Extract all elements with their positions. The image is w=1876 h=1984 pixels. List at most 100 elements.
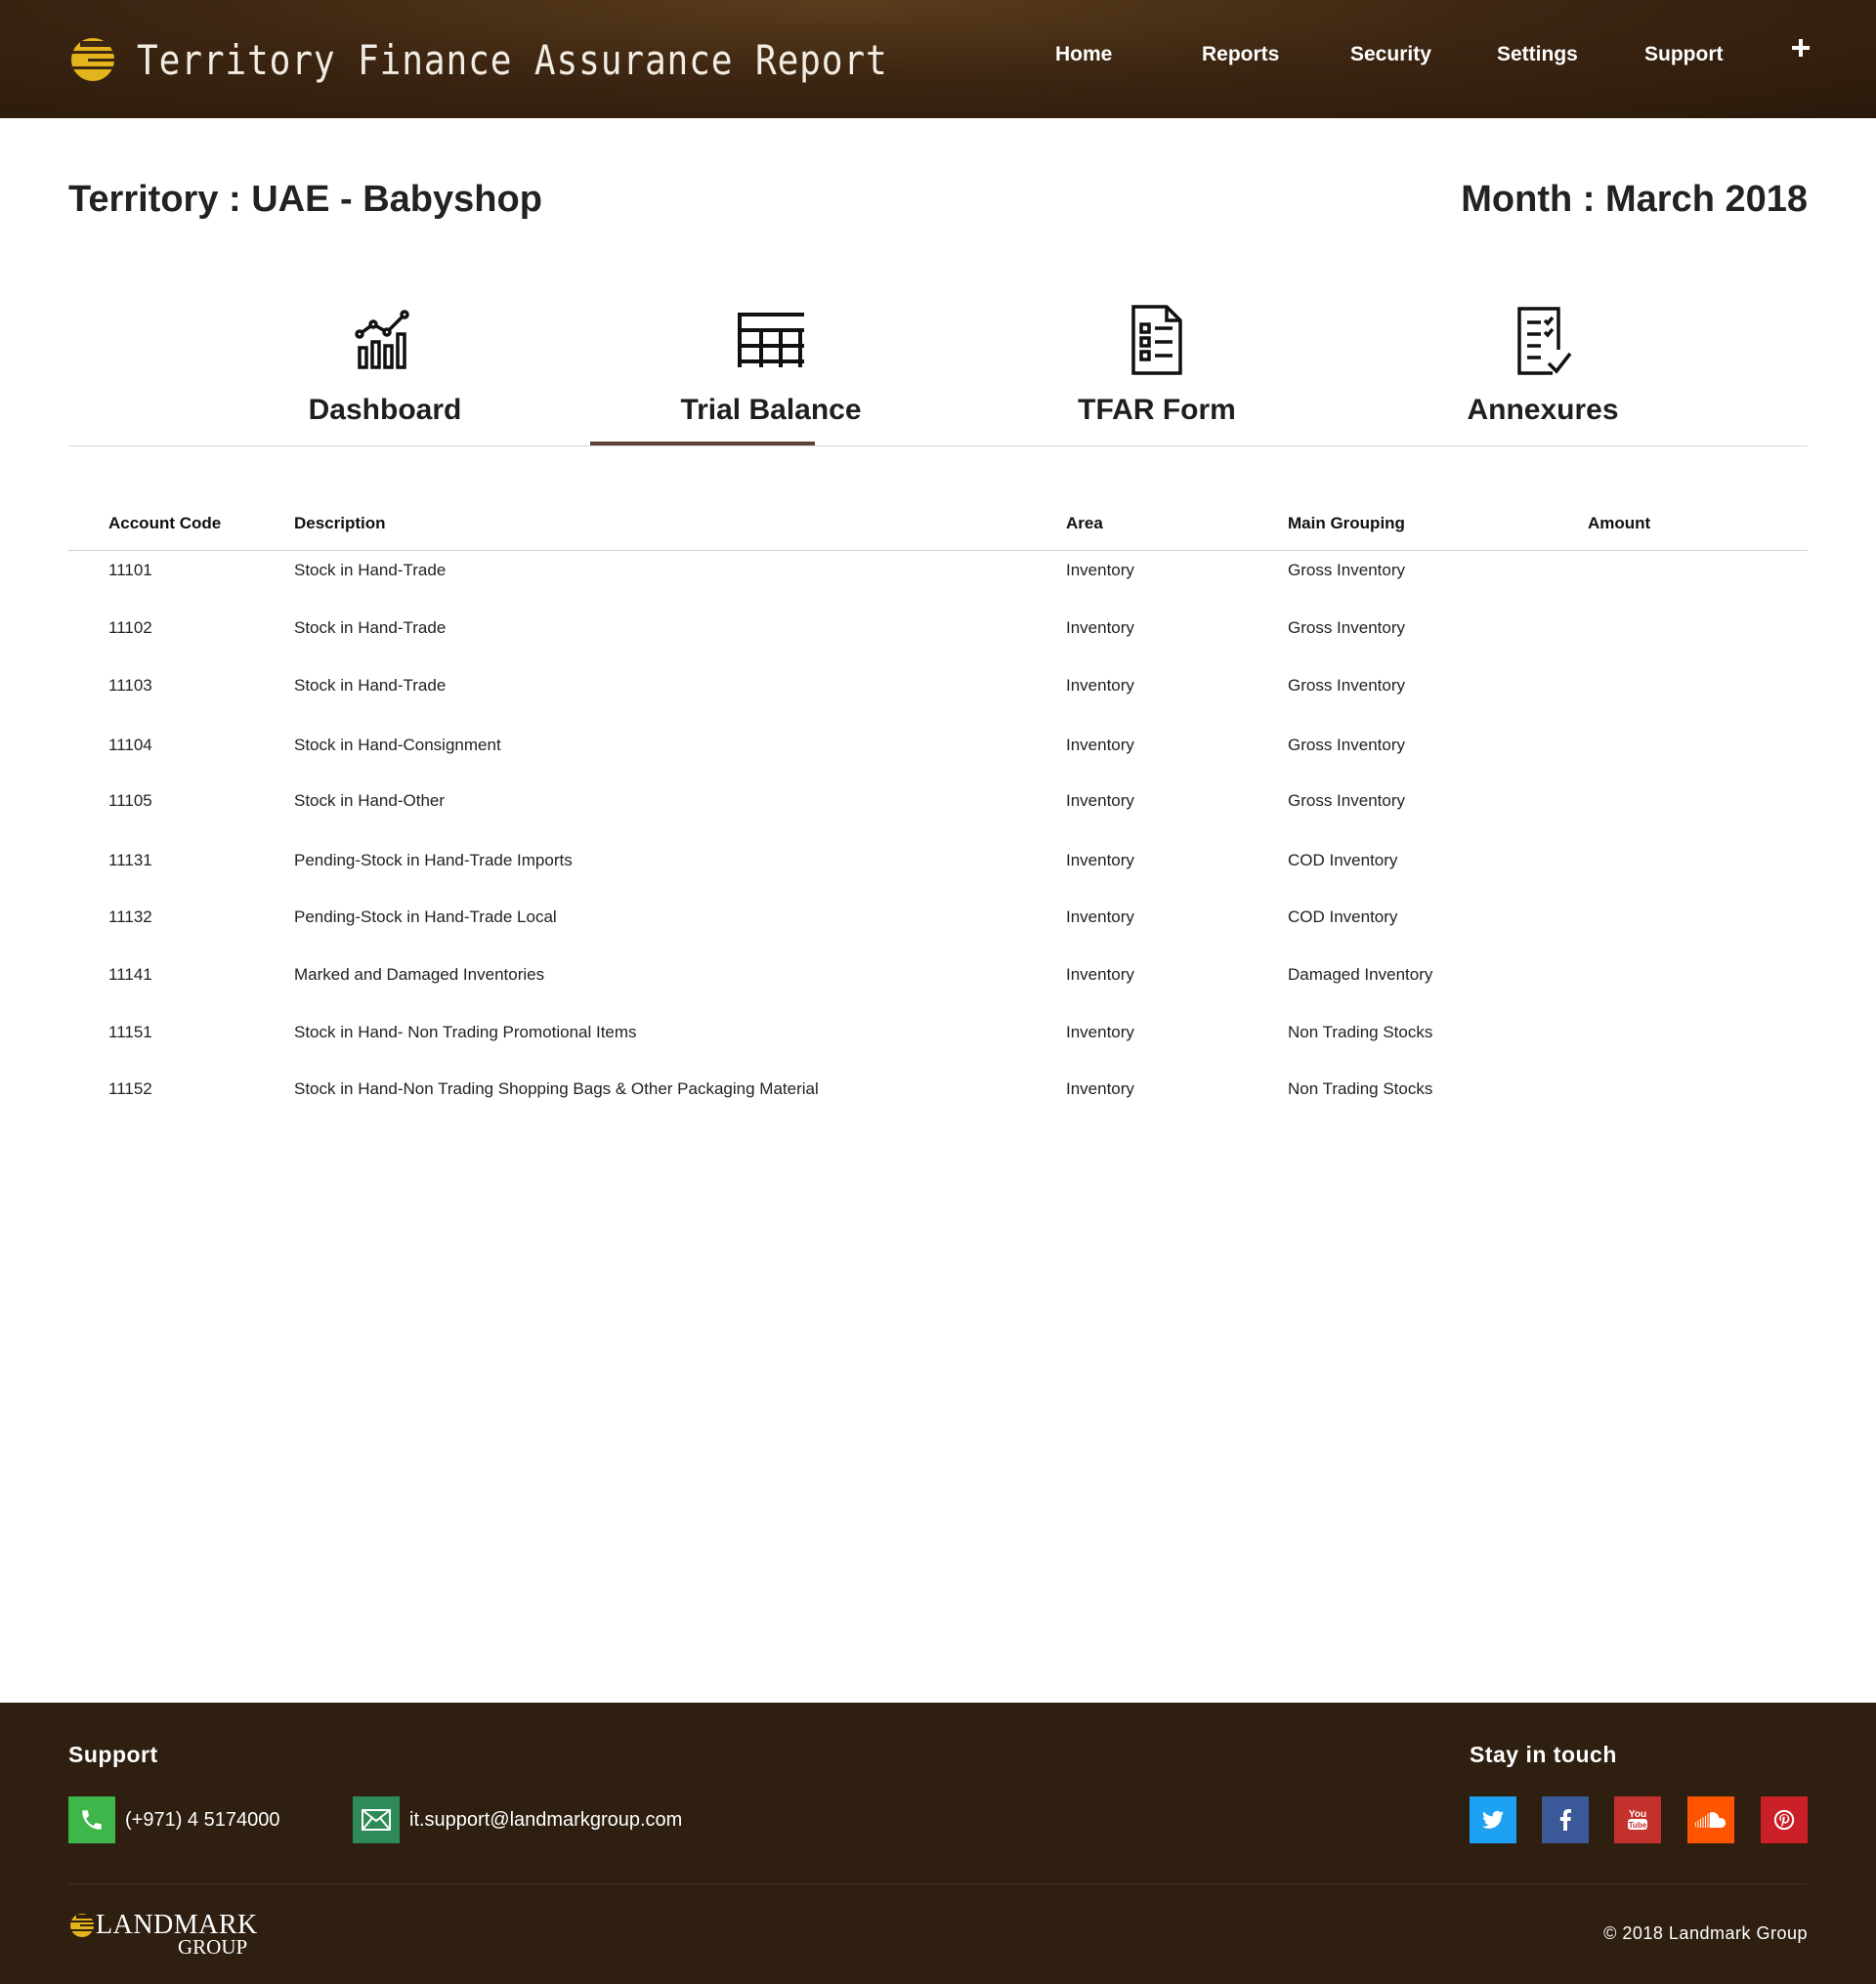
table-row[interactable]: 11131 Pending-Stock in Hand-Trade Import…: [68, 841, 1808, 880]
table-row[interactable]: 11132 Pending-Stock in Hand-Trade Local …: [68, 898, 1808, 937]
checklist-icon: [1517, 307, 1572, 375]
table-grid-icon: [738, 313, 804, 367]
cell-account-code: 11131: [108, 851, 152, 869]
cell-account-code: 11101: [108, 561, 152, 579]
landmark-logo-icon: [70, 1914, 94, 1937]
cell-account-code: 11141: [108, 965, 152, 984]
cell-main-grouping: COD Inventory: [1288, 851, 1398, 869]
tab-trial-balance[interactable]: Trial Balance: [654, 293, 888, 446]
cell-area: Inventory: [1066, 618, 1134, 637]
cell-account-code: 11104: [108, 736, 152, 754]
cell-description: Stock in Hand-Trade: [294, 561, 447, 579]
cell-area: Inventory: [1066, 676, 1134, 695]
twitter-icon[interactable]: [1470, 1796, 1516, 1843]
plus-icon[interactable]: [1790, 37, 1812, 59]
pinterest-icon[interactable]: [1761, 1796, 1808, 1843]
footer-stay-title: Stay in touch: [1470, 1742, 1617, 1767]
table-row[interactable]: 11105 Stock in Hand-Other Inventory Gros…: [68, 781, 1808, 821]
cell-main-grouping: Damaged Inventory: [1288, 965, 1433, 984]
nav-settings[interactable]: Settings: [1497, 43, 1578, 66]
cell-description: Stock in Hand-Non Trading Shopping Bags …: [294, 1079, 819, 1098]
landmark-logo[interactable]: LANDMARK GROUP: [68, 1910, 257, 1959]
cell-area: Inventory: [1066, 965, 1134, 984]
cell-description: Stock in Hand-Other: [294, 791, 446, 810]
email-address: it.support@landmarkgroup.com: [409, 1808, 683, 1831]
cell-area: Inventory: [1066, 1023, 1134, 1041]
email-icon: [353, 1796, 400, 1843]
cell-area: Inventory: [1066, 561, 1134, 579]
phone-contact[interactable]: (+971) 4 5174000: [68, 1796, 279, 1843]
youtube-icon[interactable]: You Tube: [1614, 1796, 1661, 1843]
form-document-icon: [1131, 305, 1182, 375]
territory-title: Territory : UAE - Babyshop: [68, 179, 542, 220]
col-account-code[interactable]: Account Code: [108, 514, 221, 533]
cell-area: Inventory: [1066, 1079, 1134, 1098]
cell-description: Stock in Hand-Trade: [294, 618, 447, 637]
table-row[interactable]: 11152 Stock in Hand-Non Trading Shopping…: [68, 1070, 1808, 1109]
page-footer: Support (+971) 4 5174000 it.support@land…: [0, 1703, 1876, 1984]
nav-support[interactable]: Support: [1644, 43, 1723, 66]
cell-area: Inventory: [1066, 736, 1134, 754]
cell-main-grouping: COD Inventory: [1288, 908, 1398, 926]
tab-annexures-label: Annexures: [1467, 394, 1619, 426]
cell-account-code: 11151: [108, 1023, 152, 1041]
cell-main-grouping: Gross Inventory: [1288, 676, 1405, 695]
tab-annexures[interactable]: Annexures: [1426, 293, 1660, 446]
col-amount[interactable]: Amount: [1588, 514, 1650, 533]
svg-text:Tube: Tube: [1629, 1821, 1647, 1830]
cell-main-grouping: Non Trading Stocks: [1288, 1079, 1433, 1098]
cell-area: Inventory: [1066, 908, 1134, 926]
soundcloud-icon[interactable]: [1687, 1796, 1734, 1843]
col-description[interactable]: Description: [294, 514, 386, 533]
col-main-grouping[interactable]: Main Grouping: [1288, 514, 1405, 533]
chart-growth-icon: [355, 310, 409, 369]
table-row[interactable]: 11141 Marked and Damaged Inventories Inv…: [68, 955, 1808, 994]
footer-support-title: Support: [68, 1742, 158, 1767]
month-title: Month : March 2018: [1461, 179, 1808, 220]
cell-description: Stock in Hand-Consignment: [294, 736, 501, 754]
tab-tfar-form-label: TFAR Form: [1078, 394, 1236, 426]
table-header: Account Code Description Area Main Group…: [68, 506, 1808, 551]
nav-reports[interactable]: Reports: [1202, 43, 1279, 66]
table-row[interactable]: 11101 Stock in Hand-Trade Inventory Gros…: [68, 551, 1808, 590]
cell-main-grouping: Non Trading Stocks: [1288, 1023, 1433, 1041]
tab-dashboard-label: Dashboard: [308, 394, 462, 426]
tab-bar: Dashboard Trial Balance TFAR Form Annexu…: [68, 293, 1808, 446]
facebook-icon[interactable]: [1542, 1796, 1589, 1843]
tab-dashboard[interactable]: Dashboard: [268, 293, 502, 446]
email-contact[interactable]: it.support@landmarkgroup.com: [353, 1796, 682, 1843]
cell-description: Pending-Stock in Hand-Trade Imports: [294, 851, 573, 869]
cell-main-grouping: Gross Inventory: [1288, 561, 1405, 579]
cell-account-code: 11152: [108, 1079, 152, 1098]
table-row[interactable]: 11102 Stock in Hand-Trade Inventory Gros…: [68, 609, 1808, 648]
col-area[interactable]: Area: [1066, 514, 1103, 533]
main-nav: Home Reports Security Settings Support: [0, 43, 1876, 72]
active-tab-indicator: [590, 442, 815, 445]
cell-area: Inventory: [1066, 791, 1134, 810]
top-header: Territory Finance Assurance Report Home …: [0, 0, 1876, 118]
cell-account-code: 11105: [108, 791, 152, 810]
cell-description: Pending-Stock in Hand-Trade Local: [294, 908, 557, 926]
landmark-logo-sub: GROUP: [178, 1935, 248, 1959]
cell-account-code: 11102: [108, 618, 152, 637]
svg-text:You: You: [1629, 1809, 1646, 1820]
phone-icon: [68, 1796, 115, 1843]
nav-home[interactable]: Home: [1055, 43, 1112, 66]
cell-description: Stock in Hand-Trade: [294, 676, 447, 695]
cell-area: Inventory: [1066, 851, 1134, 869]
copyright-text: © 2018 Landmark Group: [1603, 1923, 1808, 1943]
trial-balance-table: Account Code Description Area Main Group…: [68, 506, 1808, 1098]
tab-tfar-form[interactable]: TFAR Form: [1040, 293, 1274, 446]
table-row[interactable]: 11104 Stock in Hand-Consignment Inventor…: [68, 726, 1808, 765]
table-row[interactable]: 11151 Stock in Hand- Non Trading Promoti…: [68, 1013, 1808, 1052]
cell-description: Stock in Hand- Non Trading Promotional I…: [294, 1023, 637, 1041]
table-row[interactable]: 11103 Stock in Hand-Trade Inventory Gros…: [68, 666, 1808, 705]
cell-description: Marked and Damaged Inventories: [294, 965, 545, 984]
cell-main-grouping: Gross Inventory: [1288, 791, 1405, 810]
nav-security[interactable]: Security: [1350, 43, 1431, 66]
cell-main-grouping: Gross Inventory: [1288, 618, 1405, 637]
cell-main-grouping: Gross Inventory: [1288, 736, 1405, 754]
cell-account-code: 11132: [108, 908, 152, 926]
phone-number: (+971) 4 5174000: [125, 1808, 280, 1831]
footer-divider: [68, 1883, 1808, 1884]
